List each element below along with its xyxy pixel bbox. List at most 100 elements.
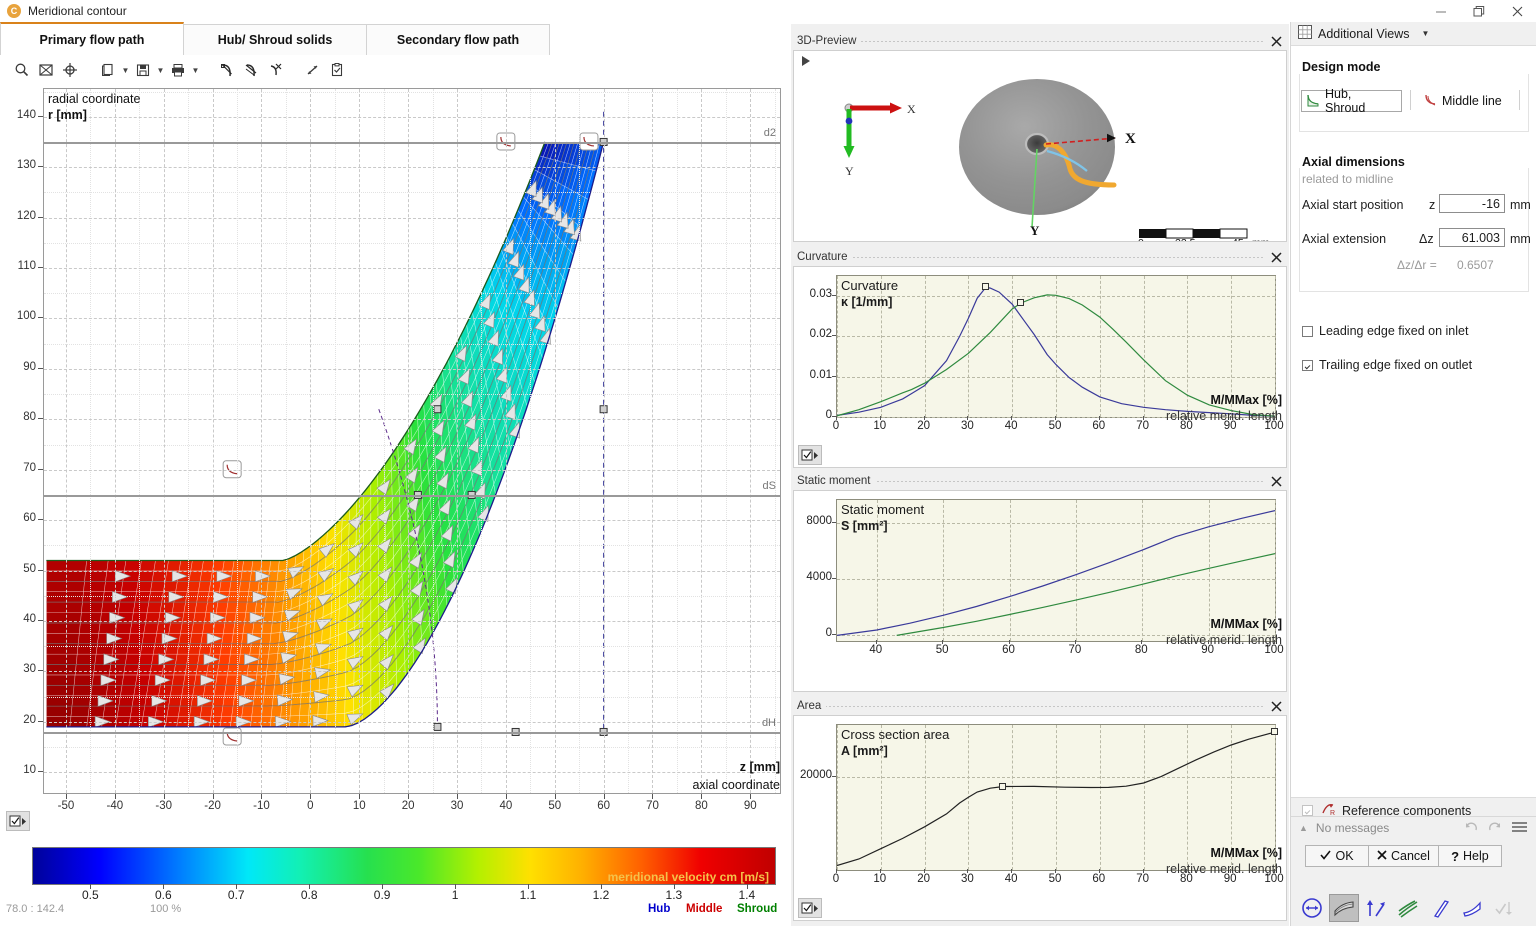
import-curve-icon[interactable] xyxy=(215,59,239,81)
y-tick-mark xyxy=(38,216,43,218)
static-moment-chart-title: Static moment xyxy=(841,502,925,517)
help-button[interactable]: ? Help xyxy=(1437,845,1502,867)
x-tick-mark xyxy=(310,794,312,799)
vectors-icon[interactable] xyxy=(1361,894,1391,922)
meridional-contour-plot[interactable]: d2 dS dH 10 20 30 40 50 60 70 80 90 100 110 120 130 140… xyxy=(0,84,790,812)
chart-control-handle[interactable] xyxy=(1016,298,1024,306)
ok-button[interactable]: OK xyxy=(1305,845,1369,867)
grid-line-v-minor xyxy=(90,89,92,793)
preview-3d-viewport[interactable]: X Y X Y xyxy=(793,50,1287,242)
dimensions-icon[interactable] xyxy=(1297,894,1327,922)
copy-icon[interactable] xyxy=(96,59,120,81)
meridional-surface-icon[interactable] xyxy=(1329,894,1359,922)
checkbox-box xyxy=(1302,359,1313,371)
reference-line-d2[interactable] xyxy=(44,141,780,144)
colorbar-tick-mark xyxy=(90,884,92,889)
save-dropdown-caret-icon[interactable]: ▼ xyxy=(155,59,166,81)
tab-secondary-flow-path[interactable]: Secondary flow path xyxy=(366,24,550,55)
chart-x-tick-mark xyxy=(879,869,881,873)
chart-control-handle[interactable] xyxy=(981,283,989,291)
view-icon-strip xyxy=(1297,894,1519,922)
chevron-up-icon[interactable]: ▲ xyxy=(1299,823,1308,833)
center-icon[interactable] xyxy=(58,59,82,81)
area-panel-header: Area xyxy=(793,697,1287,715)
area-expand-toggle[interactable] xyxy=(798,898,822,918)
chart-x-tick-label: 20 xyxy=(917,873,930,885)
chart-y-tick-label: 0 xyxy=(825,627,832,640)
chart-y-tick-label: 0.01 xyxy=(809,368,832,381)
chart-x-tick-label: 80 xyxy=(1179,873,1193,885)
messages-row: ▲ No messages xyxy=(1291,817,1536,839)
minimize-icon[interactable] xyxy=(1422,0,1460,22)
chart-x-tick-mark xyxy=(942,640,944,644)
curvature-chart-title: Curvature xyxy=(841,278,899,293)
redo-icon[interactable] xyxy=(1488,821,1502,836)
y-tick-mark xyxy=(38,569,43,571)
status-zoom: 100 % xyxy=(150,903,182,915)
measure-icon[interactable] xyxy=(301,59,325,81)
trailing-edge-fixed-checkbox[interactable]: Trailing edge fixed on outlet xyxy=(1302,358,1472,372)
grid-line-h xyxy=(44,217,780,219)
restore-icon[interactable] xyxy=(1460,0,1498,22)
close-icon[interactable] xyxy=(1498,0,1536,22)
static-moment-panel-header: Static moment xyxy=(793,472,1287,490)
undo-icon[interactable] xyxy=(1464,821,1478,836)
y-tick-label: 120 xyxy=(16,209,36,222)
axial-start-position-field[interactable]: -16 xyxy=(1439,194,1505,213)
static-moment-chart-ylabel: S [mm²] xyxy=(841,519,888,533)
colorbar-tick-mark xyxy=(455,884,457,889)
chart-control-handle[interactable] xyxy=(999,782,1007,790)
colorbar-tick-mark xyxy=(382,884,384,889)
chart-control-handle[interactable] xyxy=(1271,728,1278,736)
chevron-down-icon[interactable]: ▼ xyxy=(1422,29,1430,38)
curvature-expand-toggle[interactable] xyxy=(798,445,822,465)
area-chart-body[interactable]: Cross section area A [mm²] M/MMax [%] re… xyxy=(793,715,1287,921)
delete-curve-icon[interactable] xyxy=(263,59,287,81)
curvature-chart-body[interactable]: Curvature κ [1/mm] M/MMax [%] relative m… xyxy=(793,266,1287,468)
plot-area[interactable]: d2 dS dH xyxy=(43,88,781,794)
reference-line-dS[interactable] xyxy=(44,494,780,497)
export-curve-icon[interactable] xyxy=(239,59,263,81)
play-icon[interactable] xyxy=(800,55,812,70)
copy-dropdown-caret-icon[interactable]: ▼ xyxy=(120,59,131,81)
streamlines-icon[interactable] xyxy=(1393,894,1423,922)
grid-line-v xyxy=(310,89,312,793)
close-icon[interactable] xyxy=(1269,34,1283,48)
design-mode-middle-line[interactable]: Middle line xyxy=(1419,90,1510,112)
axial-extension-field[interactable]: 61.003 xyxy=(1439,228,1505,247)
x-tick-label: -50 xyxy=(57,800,75,812)
check-all-icon[interactable] xyxy=(1489,894,1519,922)
y-axis-unit: r [mm] xyxy=(48,108,87,122)
reference-line-dH[interactable] xyxy=(44,731,780,734)
hamburger-icon[interactable] xyxy=(1512,821,1527,836)
plot-expand-toggle[interactable] xyxy=(6,811,30,831)
chart-x-tick-mark xyxy=(1055,869,1056,873)
tab-hub-shroud-solids[interactable]: Hub/ Shroud solids xyxy=(183,24,367,55)
contour-surface[interactable] xyxy=(44,89,781,794)
leading-edge-fixed-checkbox[interactable]: Leading edge fixed on inlet xyxy=(1302,324,1468,338)
colorbar-tick-label: 0.7 xyxy=(227,888,245,902)
tab-primary-flow-path[interactable]: Primary flow path xyxy=(0,22,184,55)
y-tick-label: 70 xyxy=(23,461,36,474)
cancel-button[interactable]: Cancel xyxy=(1368,845,1439,867)
x-tick-label: 30 xyxy=(450,800,464,812)
design-mode-hub-shroud[interactable]: Hub, Shroud xyxy=(1301,87,1402,115)
print-dropdown-caret-icon[interactable]: ▼ xyxy=(190,59,201,81)
blade-profile-icon[interactable] xyxy=(1425,894,1455,922)
colorbar-tick-label: 1.1 xyxy=(519,888,537,902)
close-icon[interactable] xyxy=(1269,250,1283,264)
additional-views-header[interactable]: Additional Views ▼ xyxy=(1291,22,1536,46)
chart-x-tick-label: 40 xyxy=(1004,420,1018,432)
close-icon[interactable] xyxy=(1269,474,1283,488)
fit-icon[interactable] xyxy=(34,59,58,81)
print-icon[interactable] xyxy=(166,59,190,81)
clipboard-check-icon[interactable] xyxy=(325,59,349,81)
close-icon[interactable] xyxy=(1269,699,1283,713)
grid-line-h xyxy=(44,772,780,774)
x-tick-label: 50 xyxy=(548,800,562,812)
static-moment-chart-body[interactable]: Static moment S [mm²] M/MMax [%] relativ… xyxy=(793,490,1287,692)
zoom-icon[interactable] xyxy=(10,59,34,81)
save-icon[interactable] xyxy=(131,59,155,81)
blade-3d-icon[interactable] xyxy=(1457,894,1487,922)
chart-x-tick-mark xyxy=(1011,869,1013,873)
